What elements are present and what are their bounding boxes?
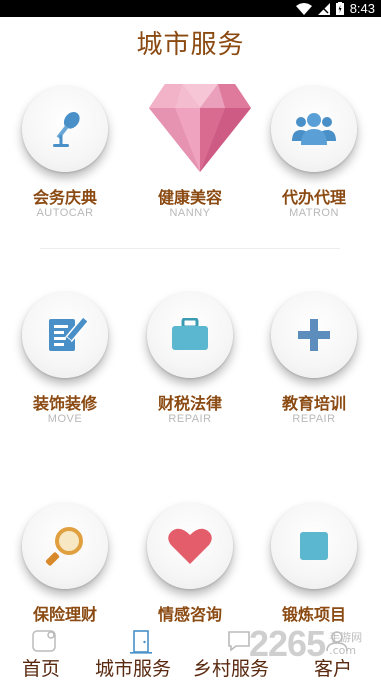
- briefcase-icon: [172, 318, 208, 350]
- service-subtitle: AUTOCAR: [36, 207, 94, 219]
- plus-icon: [298, 319, 330, 351]
- service-subtitle: REPAIR: [292, 413, 336, 425]
- service-icon-button[interactable]: [22, 292, 108, 378]
- service-title: 装饰装修: [32, 394, 97, 413]
- nav-label: 首页: [22, 658, 61, 680]
- service-title: 情感咨询: [157, 605, 222, 624]
- square-icon: [300, 532, 328, 560]
- nav-item-home[interactable]: 首页: [20, 624, 72, 680]
- service-icon-button[interactable]: [271, 86, 357, 172]
- service-icon-button[interactable]: [22, 86, 108, 172]
- status-icons: 8:43: [295, 0, 375, 17]
- page-title: 城市服务: [136, 30, 245, 60]
- status-bar: 8:43: [0, 0, 381, 17]
- service-icon-button[interactable]: [147, 503, 233, 589]
- status-time: 8:43: [349, 1, 375, 16]
- nav-label: 乡村服务: [193, 658, 270, 680]
- nav-item-customer[interactable]: 客户: [312, 624, 362, 680]
- battery-icon: [335, 2, 344, 15]
- microphone-icon: [53, 112, 80, 147]
- service-title: 保险理财: [32, 605, 97, 624]
- service-subtitle: NANNY: [169, 207, 211, 219]
- wifi-icon: [295, 2, 312, 15]
- section-divider: [40, 248, 340, 249]
- home-icon: [32, 630, 56, 652]
- service-subtitle: MATRON: [289, 207, 339, 219]
- service-title: 会务庆典: [32, 188, 97, 207]
- edit-document-icon: [49, 315, 87, 351]
- service-title: 锻炼项目: [281, 605, 346, 624]
- diamond-icon[interactable]: [147, 82, 253, 174]
- service-subtitle: REPAIR: [168, 413, 212, 425]
- service-icon-button[interactable]: [271, 503, 357, 589]
- service-title: 教育培训: [281, 394, 346, 413]
- service-title: 健康美容: [157, 188, 222, 207]
- nav-label: 城市服务: [95, 658, 172, 680]
- search-icon: [45, 527, 83, 566]
- service-icon-button[interactable]: [271, 292, 357, 378]
- user-icon: [326, 631, 348, 652]
- nav-item-village-service[interactable]: 乡村服务: [193, 624, 285, 680]
- service-title: 代办代理: [281, 188, 346, 207]
- heart-icon: [168, 528, 212, 564]
- nav-label: 客户: [314, 658, 353, 680]
- nav-item-city-service[interactable]: 城市服务: [95, 624, 187, 680]
- service-icon-button[interactable]: [147, 292, 233, 378]
- service-title: 财税法律: [157, 394, 222, 413]
- signal-icon: [317, 2, 330, 15]
- bottom-nav: 首页 城市服务 乡村服务 客户: [0, 624, 381, 680]
- group-icon: [292, 113, 336, 145]
- service-icon-button[interactable]: [22, 503, 108, 589]
- service-subtitle: MOVE: [47, 413, 83, 425]
- chat-icon: [228, 631, 250, 652]
- door-icon: [130, 630, 152, 654]
